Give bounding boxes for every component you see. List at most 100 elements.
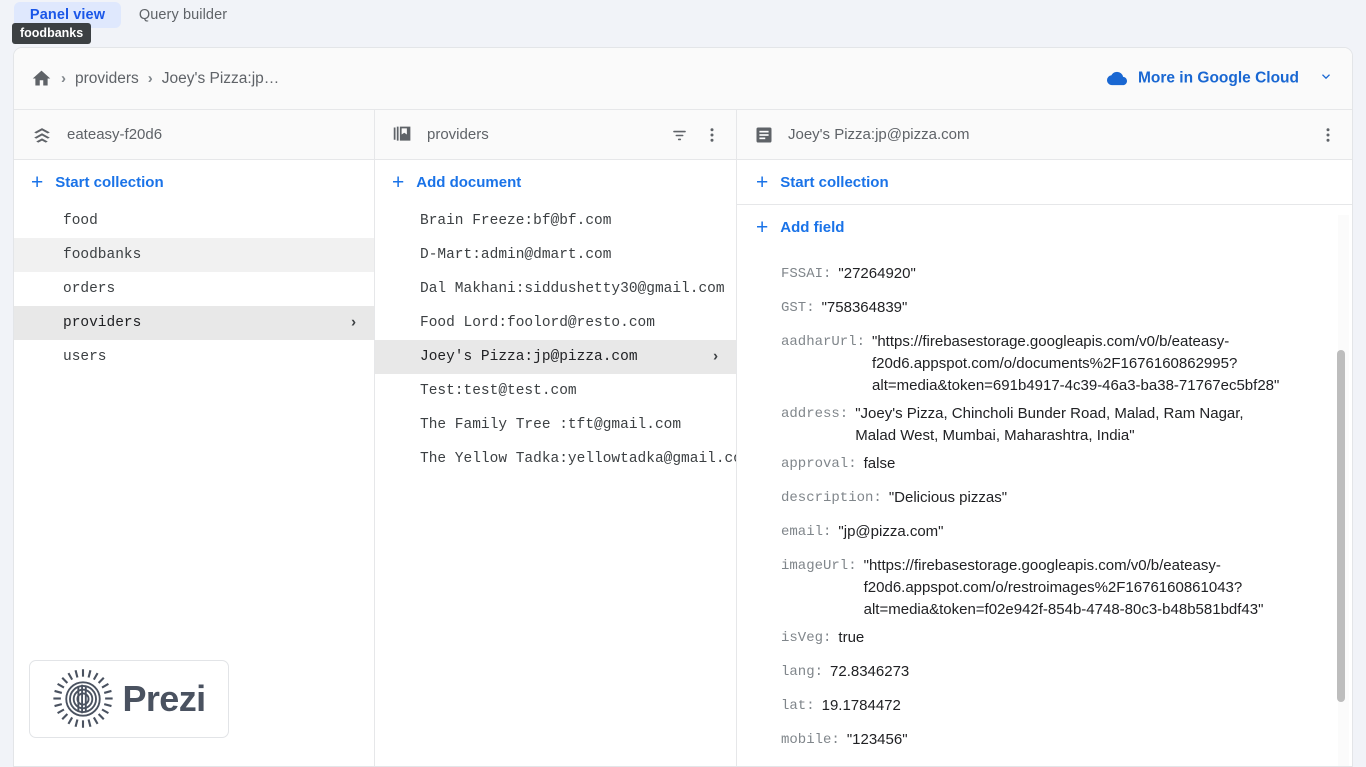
list-item-label: providers bbox=[63, 315, 142, 331]
field-value: "Joey's Pizza, Chincholi Bunder Road, Ma… bbox=[855, 405, 1244, 444]
tab-panel-view-label: Panel view bbox=[29, 7, 106, 23]
document-field[interactable]: imageUrl: "https://firebasestorage.google… bbox=[737, 549, 1352, 621]
field-key: FSSAI: bbox=[781, 266, 832, 282]
field-value: "https://firebasestorage.googleapis.com/… bbox=[863, 557, 1264, 618]
list-item[interactable]: foodbanks bbox=[14, 238, 374, 272]
document-field[interactable]: email: "jp@pizza.com" bbox=[737, 515, 1352, 549]
add-document-label: Add document bbox=[416, 173, 522, 191]
list-item[interactable]: Test:test@test.com bbox=[375, 374, 736, 408]
field-value: false bbox=[863, 455, 896, 472]
scrollbar-track[interactable] bbox=[1337, 215, 1349, 766]
field-key: aadharUrl: bbox=[781, 334, 866, 350]
collection-header: providers bbox=[375, 110, 736, 160]
tab-query-builder-label: Query builder bbox=[138, 7, 228, 23]
start-collection-label: Start collection bbox=[55, 173, 164, 191]
field-value: 72.8346273 bbox=[830, 663, 910, 680]
prezi-watermark: Prezi bbox=[29, 660, 229, 738]
list-item-label: D-Mart:admin@dmart.com bbox=[420, 247, 612, 263]
add-field-button[interactable]: + Add field bbox=[737, 205, 1352, 249]
document-name: Joey's Pizza:jp@pizza.com bbox=[788, 126, 970, 143]
list-item-label: orders bbox=[63, 281, 116, 297]
collection-icon bbox=[392, 124, 413, 145]
start-collection-label: Start collection bbox=[780, 173, 889, 191]
add-field-label: Add field bbox=[780, 218, 845, 236]
document-field[interactable]: mobile: "123456" bbox=[737, 723, 1352, 757]
tab-query-builder[interactable]: Query builder bbox=[128, 2, 238, 28]
home-icon[interactable] bbox=[31, 68, 52, 89]
add-document-button[interactable]: + Add document bbox=[375, 160, 736, 204]
field-value: "758364839" bbox=[821, 299, 908, 316]
field-key: email: bbox=[781, 524, 832, 540]
document-header-actions bbox=[1314, 110, 1342, 160]
collection-name: providers bbox=[427, 126, 489, 143]
tooltip-foodbanks: foodbanks bbox=[12, 23, 92, 44]
list-item[interactable]: Joey's Pizza:jp@pizza.com › bbox=[375, 340, 736, 374]
list-item-label: Joey's Pizza:jp@pizza.com bbox=[420, 349, 638, 365]
filter-icon[interactable] bbox=[665, 121, 693, 149]
field-key: isVeg: bbox=[781, 630, 832, 646]
document-field[interactable]: GST: "758364839" bbox=[737, 291, 1352, 325]
document-field[interactable]: description: "Delicious pizzas" bbox=[737, 481, 1352, 515]
document-field[interactable]: isVeg: true bbox=[737, 621, 1352, 655]
document-field[interactable]: lat: 19.1784472 bbox=[737, 689, 1352, 723]
document-field[interactable]: address: "Joey's Pizza, Chincholi Bunder … bbox=[737, 397, 1352, 447]
list-item[interactable]: D-Mart:admin@dmart.com bbox=[375, 238, 736, 272]
breadcrumb-separator-2: › bbox=[147, 70, 153, 87]
field-value: "jp@pizza.com" bbox=[838, 523, 944, 540]
field-list: FSSAI: "27264920" GST: "758364839" aadharUrl… bbox=[737, 249, 1352, 766]
list-item[interactable]: orders bbox=[14, 272, 374, 306]
list-item[interactable]: The Yellow Tadka:yellowtadka@gmail.com bbox=[375, 442, 736, 476]
field-key: GST: bbox=[781, 300, 815, 316]
list-item[interactable]: providers › bbox=[14, 306, 374, 340]
list-item[interactable]: users bbox=[14, 340, 374, 374]
document-field[interactable]: lang: 72.8346273 bbox=[737, 655, 1352, 689]
list-item-label: Food Lord:foolord@resto.com bbox=[420, 315, 655, 331]
field-value: true bbox=[838, 629, 865, 646]
plus-icon: + bbox=[31, 170, 44, 194]
document-detail-column: Joey's Pizza:jp@pizza.com + Start collec… bbox=[737, 110, 1352, 766]
breadcrumb: › providers › Joey's Pizza:jp… More in G… bbox=[14, 48, 1352, 110]
breadcrumb-separator-1: › bbox=[61, 70, 66, 87]
more-vert-icon[interactable] bbox=[698, 121, 726, 149]
field-key: lang: bbox=[781, 664, 824, 680]
list-item-label: The Family Tree :tft@gmail.com bbox=[420, 417, 682, 433]
list-item-label: Test:test@test.com bbox=[420, 383, 577, 399]
field-key: imageUrl: bbox=[781, 558, 857, 574]
field-value: "27264920" bbox=[838, 265, 916, 282]
breadcrumb-item-providers[interactable]: providers bbox=[75, 70, 139, 88]
scrollbar-thumb[interactable] bbox=[1337, 350, 1345, 702]
field-value: "Delicious pizzas" bbox=[888, 489, 1008, 506]
document-field[interactable]: aadharUrl: "https://firebasestorage.googl… bbox=[737, 325, 1352, 397]
document-field[interactable]: approval: false bbox=[737, 447, 1352, 481]
document-field[interactable]: FSSAI: "27264920" bbox=[737, 257, 1352, 291]
more-in-google-cloud-button[interactable]: More in Google Cloud bbox=[1105, 68, 1334, 89]
list-item[interactable]: Food Lord:foolord@resto.com bbox=[375, 306, 736, 340]
collections-column: eateasy-f20d6 + Start collection food foo… bbox=[14, 110, 375, 766]
document-header: Joey's Pizza:jp@pizza.com bbox=[737, 110, 1352, 160]
list-item-label: Dal Makhani:siddushetty30@gmail.com bbox=[420, 281, 725, 297]
plus-icon: + bbox=[756, 215, 769, 239]
prezi-logo-icon bbox=[52, 668, 114, 730]
more-vert-icon[interactable] bbox=[1314, 121, 1342, 149]
list-item[interactable]: food bbox=[14, 204, 374, 238]
prezi-wordmark: Prezi bbox=[122, 678, 206, 719]
chevron-down-icon[interactable] bbox=[1318, 68, 1334, 89]
list-item-label: Brain Freeze:bf@bf.com bbox=[420, 213, 612, 229]
field-key: mobile: bbox=[781, 732, 840, 748]
field-value: 19.1784472 bbox=[821, 697, 901, 714]
document-icon bbox=[754, 125, 774, 145]
field-key: address: bbox=[781, 406, 849, 422]
list-item[interactable]: The Family Tree :tft@gmail.com bbox=[375, 408, 736, 442]
start-collection-button[interactable]: + Start collection bbox=[14, 160, 374, 204]
document-list: Brain Freeze:bf@bf.com D-Mart:admin@dmart… bbox=[375, 204, 736, 476]
more-in-google-cloud-label: More in Google Cloud bbox=[1137, 69, 1299, 87]
firestore-data-panel: › providers › Joey's Pizza:jp… More in G… bbox=[13, 47, 1353, 767]
firestore-database-icon bbox=[31, 124, 53, 146]
start-collection-button-document[interactable]: + Start collection bbox=[737, 160, 1352, 204]
collection-header-actions bbox=[665, 110, 726, 160]
list-item[interactable]: Dal Makhani:siddushetty30@gmail.com bbox=[375, 272, 736, 306]
list-item[interactable]: Brain Freeze:bf@bf.com bbox=[375, 204, 736, 238]
breadcrumb-item-document[interactable]: Joey's Pizza:jp… bbox=[162, 70, 280, 88]
panel-columns: eateasy-f20d6 + Start collection food foo… bbox=[14, 110, 1352, 766]
field-value: "123456" bbox=[846, 731, 908, 748]
